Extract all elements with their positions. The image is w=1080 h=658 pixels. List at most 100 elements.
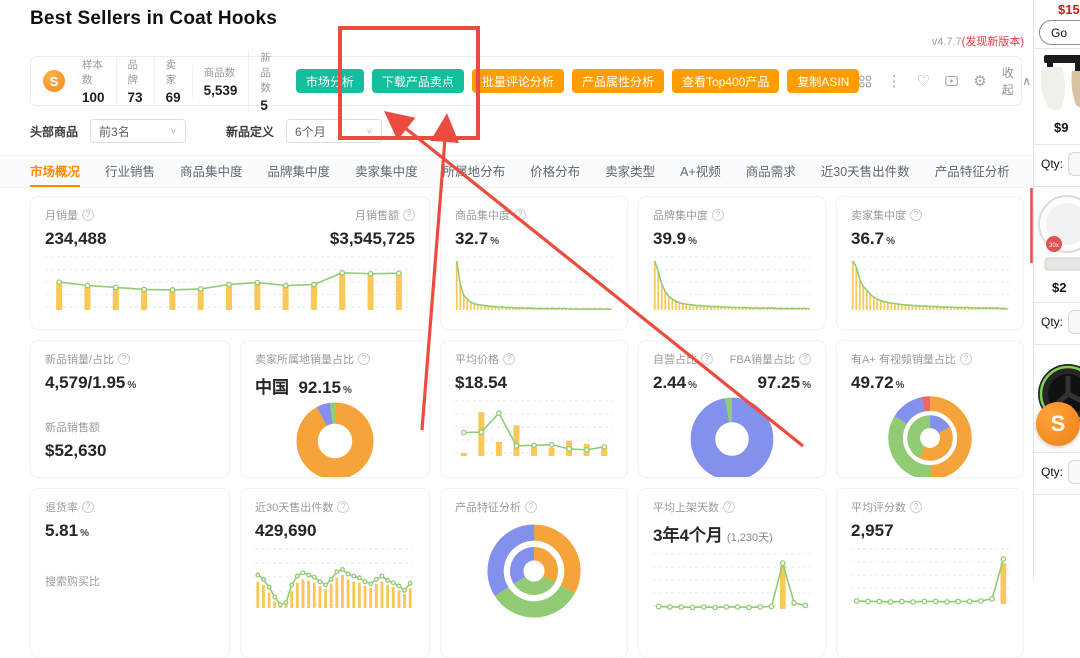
percent-sign: % [688, 236, 697, 247]
new-version-link[interactable]: (发现新版本) [962, 36, 1024, 48]
brand-concentration-value: 39.9 [653, 229, 687, 248]
tab-price-distribution[interactable]: 价格分布 [530, 156, 580, 187]
tab-bar: 市场概况 行业销售 商品集中度 品牌集中度 卖家集中度 所属地分布 价格分布 卖… [0, 155, 1080, 188]
divider [1034, 344, 1080, 345]
tab-seller-concentration[interactable]: 卖家集中度 [355, 156, 418, 187]
info-icon[interactable]: ? [701, 353, 713, 365]
percent-sign: % [886, 236, 895, 247]
toolbar: S 样本数 100 品牌 73 卖家 69 商品数 5,539 新品数 5 市场… [30, 49, 1031, 113]
go-button[interactable]: Go [1039, 20, 1080, 45]
tab-product-concentration[interactable]: 商品集中度 [180, 156, 243, 187]
info-icon[interactable]: ? [910, 209, 922, 221]
tab-brand-concentration[interactable]: 品牌集中度 [268, 156, 331, 187]
product-concentration-chart [455, 255, 613, 311]
product-image-mirror[interactable]: 30x [1037, 192, 1080, 278]
info-icon[interactable]: ? [337, 501, 350, 513]
heart-icon[interactable]: ♡ [917, 74, 930, 89]
average-price-chart [455, 399, 613, 457]
info-icon[interactable]: ? [118, 353, 131, 365]
info-icon[interactable]: ? [514, 209, 526, 221]
filter-bar: 头部商品 前3名 ∨ 新品定义 6个月 ∨ [30, 119, 422, 143]
stat-brands: 品牌 73 [115, 57, 154, 105]
collapse-label: 收起 [1001, 66, 1014, 97]
monthly-sales-chart [45, 255, 413, 311]
download-selling-points-button[interactable]: 下载产品卖点 [371, 69, 464, 93]
card-brand-concentration: 品牌集中度? 39.9% [638, 196, 826, 330]
info-icon[interactable]: ? [403, 209, 415, 221]
stat-value: 5,539 [203, 82, 238, 98]
sellersprite-float-logo[interactable]: S [1036, 402, 1080, 446]
stat-value: 5 [260, 97, 268, 113]
tab-market-overview[interactable]: 市场概况 [30, 156, 81, 187]
origin-country: 中国 [255, 378, 289, 397]
tab-feature-analysis[interactable]: 产品特征分析 [935, 156, 1010, 187]
top-products-select[interactable]: 前3名 ∨ [90, 119, 187, 143]
quantity-stepper[interactable] [1068, 152, 1080, 176]
product-concentration-value: 32.7 [455, 229, 489, 248]
tab-seller-type[interactable]: 卖家类型 [605, 156, 655, 187]
info-icon[interactable]: ? [959, 353, 972, 365]
new-product-sales-value: 4,579/1.95 [45, 373, 126, 392]
new-product-revenue-value: $52,630 [45, 441, 107, 460]
top-products-filter-label: 头部商品 [30, 124, 79, 139]
listing-age-days: (1,230天) [726, 532, 773, 544]
card-average-rating-count: 平均评分数? 2,957 [836, 488, 1024, 658]
card-seller-origin: 卖家所属地销量占比? 中国 92.15% [240, 340, 430, 478]
info-icon[interactable]: ? [525, 501, 537, 513]
version-number: v4.7.7 [931, 36, 962, 48]
card-new-product-sales: 新品销量/占比? 4,579/1.95% 新品销售额 $52,630 [30, 340, 230, 478]
card-label: 产品特征分析 [455, 502, 521, 514]
rating-count-chart [851, 547, 1009, 605]
return-rate-value: 5.81 [45, 521, 79, 540]
video-icon[interactable] [945, 74, 958, 88]
info-icon[interactable]: ? [910, 501, 922, 513]
view-top400-button[interactable]: 查看Top400产品 [671, 69, 780, 93]
divider [1034, 48, 1080, 49]
tab-industry-sales[interactable]: 行业销售 [105, 156, 155, 187]
tab-aplus-video[interactable]: A+视频 [680, 156, 721, 187]
info-icon[interactable]: ? [723, 501, 735, 513]
batch-review-analysis-button[interactable]: 批量评论分析 [471, 69, 564, 93]
stat-new-products: 新品数 5 [248, 49, 282, 113]
collapse-button[interactable]: 收起 ∧ [1002, 64, 1031, 98]
copy-asin-button[interactable]: 复制ASIN [787, 69, 860, 93]
gear-icon[interactable]: ⚙ [973, 74, 986, 89]
card-label: 新品销量/占比 [45, 354, 115, 366]
origin-share-value: 92.15 [298, 378, 341, 397]
new-product-select[interactable]: 6个月 ∨ [286, 119, 383, 143]
card-label: 卖家集中度 [851, 210, 906, 222]
units-sold-30d-value: 429,690 [255, 521, 317, 540]
info-icon[interactable]: ? [503, 353, 515, 365]
stat-label: 商品数 [203, 66, 236, 79]
tab-location-distribution[interactable]: 所属地分布 [443, 156, 506, 187]
quantity-label: Qty: [1041, 157, 1064, 171]
product-image-coat-hooks[interactable] [1038, 53, 1080, 117]
tab-product-demand[interactable]: 商品需求 [746, 156, 796, 187]
quantity-stepper[interactable] [1068, 310, 1080, 334]
kebab-menu-icon[interactable]: ⋮ [887, 74, 902, 89]
stat-value: 69 [165, 90, 181, 105]
grid-icon[interactable] [859, 74, 872, 89]
tab-units-sold-30d[interactable]: 近30天售出件数 [821, 156, 910, 187]
card-average-price: 平均价格? $18.54 [440, 340, 628, 478]
quantity-stepper[interactable] [1068, 460, 1080, 484]
card-feature-analysis: 产品特征分析? [440, 488, 628, 658]
stat-sellers: 卖家 69 [153, 57, 192, 105]
toolbar-icons: ⋮ ♡ ⚙ 收起 ∧ [859, 64, 1031, 98]
product-attribute-analysis-button[interactable]: 产品属性分析 [571, 69, 664, 93]
amazon-page-panel: $15, Go $9 Qty: 30x $2 Qty: S Qty [1033, 0, 1080, 580]
listing-days-chart [653, 552, 811, 611]
product-price: $2 [1052, 280, 1067, 295]
toolbar-buttons: 市场分析 下载产品卖点 批量评论分析 产品属性分析 查看Top400产品 复制A… [295, 69, 860, 93]
card-aplus-video-share: 有A+ 有视频销量占比? 49.72% [836, 340, 1024, 478]
info-icon[interactable]: ? [799, 353, 811, 365]
market-analysis-button[interactable]: 市场分析 [295, 69, 364, 93]
info-icon[interactable]: ? [82, 209, 94, 221]
fba-donut-chart [653, 395, 811, 477]
info-icon[interactable]: ? [712, 209, 724, 221]
info-icon[interactable]: ? [358, 353, 370, 365]
units-sold-30d-chart [255, 547, 413, 609]
stat-value: 100 [82, 90, 105, 105]
card-label: 自营占比 [653, 354, 697, 366]
info-icon[interactable]: ? [82, 501, 94, 513]
